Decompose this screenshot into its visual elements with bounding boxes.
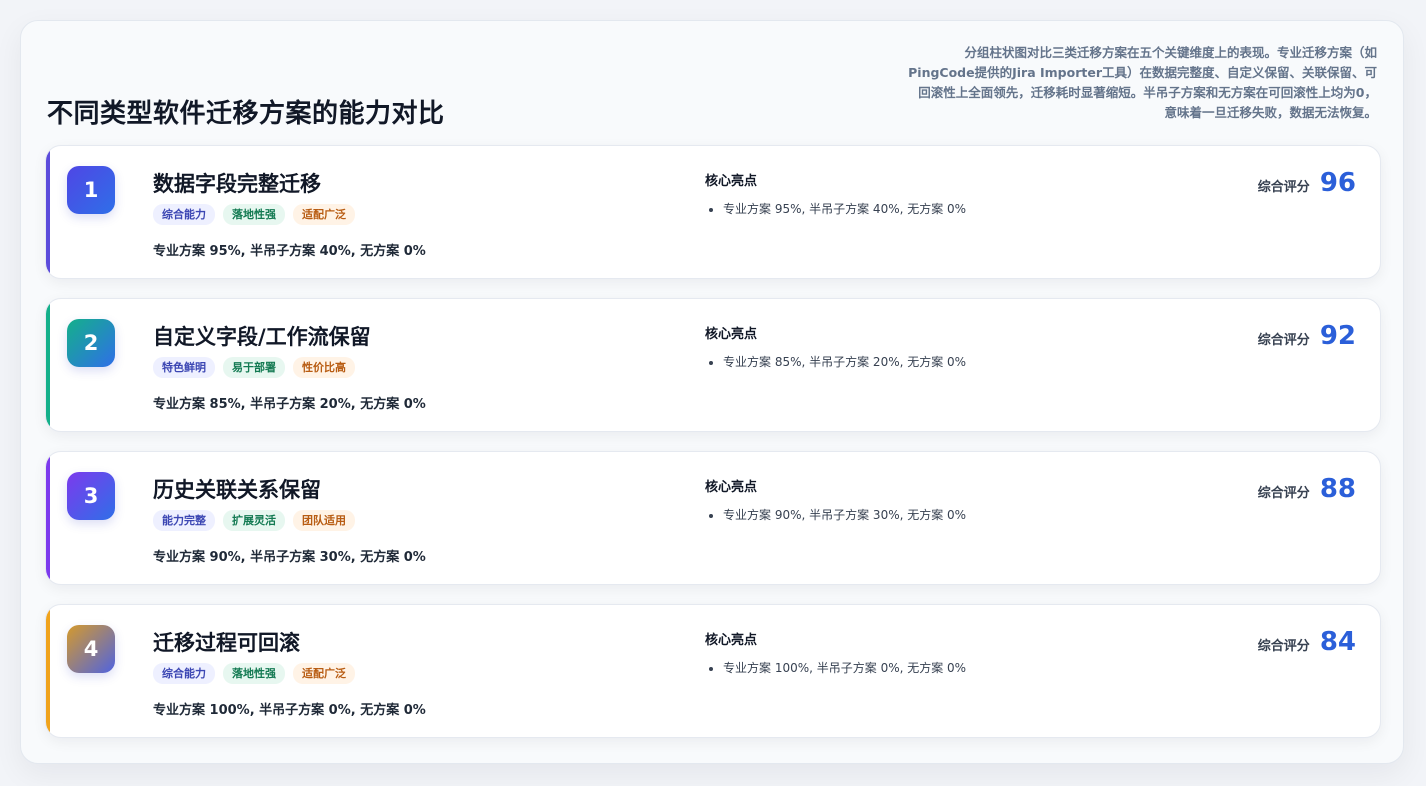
card-title: 自定义字段/工作流保留 (153, 325, 371, 349)
tag: 落地性强 (223, 204, 285, 225)
card-summary: 专业方案 100%, 半吊子方案 0%, 无方案 0% (153, 703, 426, 718)
highlight-item: 专业方案 100%, 半吊子方案 0%, 无方案 0% (723, 659, 966, 676)
tag: 性价比高 (293, 357, 355, 378)
score: 综合评分 92 (1258, 321, 1356, 351)
score-value: 88 (1319, 474, 1356, 504)
card-summary: 专业方案 90%, 半吊子方案 30%, 无方案 0% (153, 550, 426, 565)
score-value: 96 (1319, 168, 1356, 198)
highlight-label: 核心亮点 (705, 633, 758, 648)
tag-list: 特色鲜明 易于部署 性价比高 (153, 357, 355, 378)
score-label: 综合评分 (1257, 638, 1310, 654)
score: 综合评分 88 (1258, 474, 1356, 504)
tag: 特色鲜明 (153, 357, 215, 378)
comparison-panel: 不同类型软件迁移方案的能力对比 分组柱状图对比三类迁移方案在五个关键维度上的表现… (20, 20, 1404, 764)
highlight-label: 核心亮点 (705, 327, 758, 342)
score-value: 84 (1319, 627, 1356, 657)
capability-card: 4 迁移过程可回滚 综合能力 落地性强 适配广泛 专业方案 100%, 半吊子方… (45, 604, 1381, 738)
tag: 综合能力 (153, 663, 215, 684)
card-accent-bar (46, 605, 50, 737)
highlight-list: 专业方案 95%, 半吊子方案 40%, 无方案 0% (705, 200, 966, 217)
tag-list: 综合能力 落地性强 适配广泛 (153, 204, 355, 225)
rank-badge: 4 (67, 625, 115, 673)
score-value: 92 (1319, 321, 1356, 351)
capability-card: 2 自定义字段/工作流保留 特色鲜明 易于部署 性价比高 专业方案 85%, 半… (45, 298, 1381, 432)
score: 综合评分 84 (1258, 627, 1356, 657)
tag: 落地性强 (223, 663, 285, 684)
highlight-list: 专业方案 100%, 半吊子方案 0%, 无方案 0% (705, 659, 966, 676)
card-accent-bar (46, 146, 50, 278)
card-accent-bar (46, 452, 50, 584)
card-title: 数据字段完整迁移 (153, 172, 321, 196)
tag: 适配广泛 (293, 204, 355, 225)
tag: 扩展灵活 (223, 510, 285, 531)
card-accent-bar (46, 299, 50, 431)
rank-badge: 2 (67, 319, 115, 367)
card-summary: 专业方案 95%, 半吊子方案 40%, 无方案 0% (153, 244, 426, 259)
highlight-item: 专业方案 95%, 半吊子方案 40%, 无方案 0% (723, 200, 966, 217)
tag: 能力完整 (153, 510, 215, 531)
rank-badge: 1 (67, 166, 115, 214)
highlight-list: 专业方案 85%, 半吊子方案 20%, 无方案 0% (705, 353, 966, 370)
highlight-item: 专业方案 85%, 半吊子方案 20%, 无方案 0% (723, 353, 966, 370)
tag: 易于部署 (223, 357, 285, 378)
card-summary: 专业方案 85%, 半吊子方案 20%, 无方案 0% (153, 397, 426, 412)
card-title: 历史关联关系保留 (153, 478, 321, 502)
page-title: 不同类型软件迁移方案的能力对比 (47, 99, 445, 129)
tag: 综合能力 (153, 204, 215, 225)
tag-list: 综合能力 落地性强 适配广泛 (153, 663, 355, 684)
score-label: 综合评分 (1257, 179, 1310, 195)
page-description: 分组柱状图对比三类迁移方案在五个关键维度上的表现。专业迁移方案（如PingCod… (908, 45, 1377, 120)
highlight-label: 核心亮点 (705, 480, 758, 495)
tag: 团队适用 (293, 510, 355, 531)
capability-card: 3 历史关联关系保留 能力完整 扩展灵活 团队适用 专业方案 90%, 半吊子方… (45, 451, 1381, 585)
rank-badge: 3 (67, 472, 115, 520)
highlight-item: 专业方案 90%, 半吊子方案 30%, 无方案 0% (723, 506, 966, 523)
score-label: 综合评分 (1257, 332, 1310, 348)
highlight-list: 专业方案 90%, 半吊子方案 30%, 无方案 0% (705, 506, 966, 523)
score-label: 综合评分 (1257, 485, 1310, 501)
highlight-label: 核心亮点 (705, 174, 758, 189)
score: 综合评分 96 (1258, 168, 1356, 198)
tag: 适配广泛 (293, 663, 355, 684)
capability-card: 1 数据字段完整迁移 综合能力 落地性强 适配广泛 专业方案 95%, 半吊子方… (45, 145, 1381, 279)
tag-list: 能力完整 扩展灵活 团队适用 (153, 510, 355, 531)
card-title: 迁移过程可回滚 (153, 631, 300, 655)
